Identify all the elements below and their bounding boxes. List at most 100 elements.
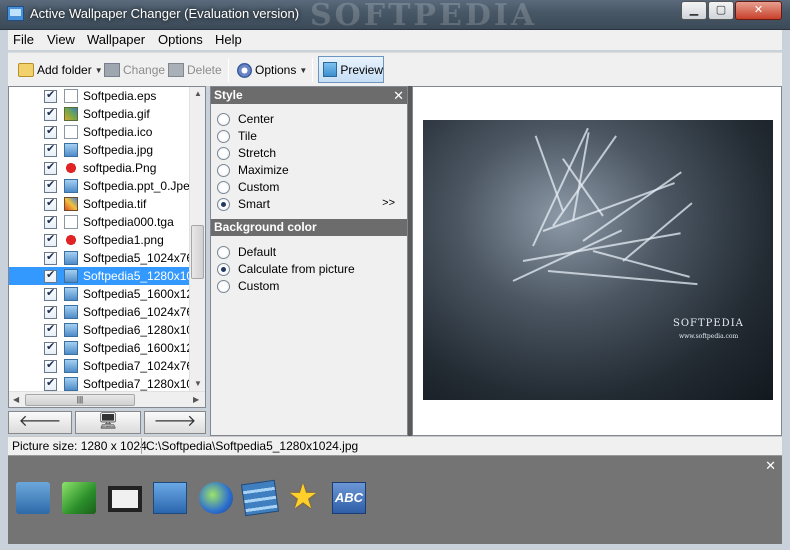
next-wallpaper-button[interactable]: 🡒 (144, 411, 206, 434)
file-list-row[interactable]: Softpedia5_1280x1024 (9, 267, 205, 285)
background-option[interactable]: Default (217, 245, 276, 259)
file-checkbox[interactable] (44, 232, 57, 247)
style-option-smart[interactable]: Smart (217, 197, 270, 211)
add-folder-label: Add folder (37, 63, 92, 77)
scroll-down-arrow[interactable]: ▼ (194, 379, 202, 388)
change-button[interactable]: Change (104, 60, 165, 80)
style-option-maximize[interactable]: Maximize (217, 163, 289, 177)
file-checkbox[interactable] (44, 88, 57, 103)
style-panel: Style ✕ Background color Center Tile Stret… (210, 86, 408, 436)
close-icon[interactable]: ✕ (393, 87, 404, 104)
file-name: Softpedia.gif (83, 107, 150, 121)
file-list-row[interactable]: Softpedia.ico (9, 123, 191, 141)
file-checkbox[interactable] (44, 358, 57, 373)
file-list-row[interactable]: Softpedia.ppt_0.Jpeg (9, 177, 196, 195)
file-list-row[interactable]: Softpedia7_1024x768. (9, 357, 203, 375)
menu-options[interactable]: Options (158, 32, 203, 47)
file-list-row[interactable]: Softpedia6_1600x1200 (9, 339, 205, 357)
radio-button[interactable] (217, 262, 230, 276)
title-bar[interactable]: Active Wallpaper Changer (Evaluation ver… (0, 0, 790, 33)
menu-wallpaper[interactable]: Wallpaper (87, 32, 145, 47)
file-checkbox[interactable] (44, 340, 57, 355)
file-list-row[interactable]: Softpedia.gif (9, 105, 191, 123)
globe-web-icon[interactable] (199, 482, 233, 514)
style-option-tile[interactable]: Tile (217, 129, 257, 143)
file-name: Softpedia.eps (83, 89, 157, 103)
horizontal-scrollbar[interactable]: ◀ ||| ▶ (9, 391, 205, 407)
file-checkbox[interactable] (44, 376, 57, 391)
file-list-row[interactable]: softpedia.Png (9, 159, 191, 177)
options-button[interactable]: Options ▼ (237, 60, 307, 80)
delete-button[interactable]: Delete (168, 60, 222, 80)
radio-button[interactable] (217, 163, 230, 177)
options-dropdown-arrow[interactable]: ▼ (299, 66, 307, 75)
file-checkbox[interactable] (44, 268, 57, 283)
menu-view[interactable]: View (47, 32, 75, 47)
file-list-row[interactable]: Softpedia5_1024x768. (9, 249, 203, 267)
vertical-scrollbar[interactable]: ▲ ▼ (189, 87, 205, 391)
scroll-up-arrow[interactable]: ▲ (194, 89, 202, 98)
film-strip-icon[interactable] (240, 479, 280, 517)
set-wallpaper-monitor-button[interactable]: 🖥 (75, 411, 141, 434)
menu-file[interactable]: File (13, 32, 34, 47)
dock-close-icon[interactable]: ✕ (765, 458, 776, 474)
file-checkbox[interactable] (44, 142, 57, 157)
file-checkbox[interactable] (44, 160, 57, 175)
style-option-custom[interactable]: Custom (217, 180, 279, 194)
scroll-left-arrow[interactable]: ◀ (13, 395, 19, 404)
close-button[interactable]: ✕ (735, 1, 782, 20)
file-checkbox[interactable] (44, 106, 57, 121)
maximize-button[interactable]: ▢ (708, 1, 734, 20)
background-option[interactable]: Calculate from picture (217, 262, 355, 276)
file-list-row[interactable]: Softpedia.tif (9, 195, 191, 213)
favorite-star-icon[interactable]: ★ (286, 480, 320, 514)
file-list-row[interactable]: Softpedia1.png (9, 231, 191, 249)
file-checkbox[interactable] (44, 286, 57, 301)
file-checkbox[interactable] (44, 124, 57, 139)
radio-button[interactable] (217, 180, 230, 194)
radio-button[interactable] (217, 146, 230, 160)
file-list-row[interactable]: Softpedia5_1600x1200 (9, 285, 205, 303)
frame-icon[interactable] (108, 486, 142, 512)
preview-label: Preview (340, 62, 383, 77)
file-checkbox[interactable] (44, 322, 57, 337)
apply-wallpaper-icon[interactable] (62, 482, 96, 514)
file-name: Softpedia000.tga (83, 215, 174, 229)
file-list-row[interactable]: Softpedia.jpg (9, 141, 191, 159)
file-list-row[interactable]: Softpedia6_1280x1024 (9, 321, 205, 339)
file-checkbox[interactable] (44, 304, 57, 319)
radio-button[interactable] (217, 279, 230, 293)
previous-wallpaper-button[interactable]: 🡐 (8, 411, 72, 434)
style-option-stretch[interactable]: Stretch (217, 146, 276, 160)
file-checkbox[interactable] (44, 196, 57, 211)
radio-button[interactable] (217, 197, 230, 211)
add-folder-button[interactable]: Add folder ▼ (18, 60, 103, 80)
file-checkbox[interactable] (44, 250, 57, 265)
radio-button[interactable] (217, 245, 230, 259)
text-abc-icon[interactable]: ABC (332, 482, 366, 514)
scroll-right-arrow[interactable]: ▶ (193, 395, 199, 404)
background-option[interactable]: Custom (217, 279, 279, 293)
file-list-row[interactable]: Softpedia.eps (9, 87, 191, 105)
vertical-scroll-thumb[interactable] (191, 225, 204, 279)
file-list-row[interactable]: Softpedia000.tga (9, 213, 191, 231)
style-panel-title: Style (214, 88, 243, 102)
preview-toggle-button[interactable]: Preview (318, 56, 384, 83)
add-folder-dropdown-arrow[interactable]: ▼ (95, 66, 103, 75)
sort-arrange-icon[interactable] (16, 482, 50, 514)
file-checkbox[interactable] (44, 178, 57, 193)
file-checkbox[interactable] (44, 214, 57, 229)
menu-help[interactable]: Help (215, 32, 242, 47)
app-icon[interactable] (7, 6, 24, 21)
horizontal-scroll-thumb[interactable]: ||| (25, 394, 135, 406)
document-icon (64, 125, 78, 139)
file-list-row[interactable]: Softpedia6_1024x768. (9, 303, 203, 321)
radio-button[interactable] (217, 129, 230, 143)
style-more-button[interactable]: >> (382, 197, 395, 209)
radio-button[interactable] (217, 112, 230, 126)
picture-icon (64, 269, 78, 283)
file-list[interactable]: Softpedia7_1280x1024 Softpedia7_1024x768.… (8, 86, 206, 408)
minimize-button[interactable]: ▁ (681, 1, 707, 20)
style-option-center[interactable]: Center (217, 112, 274, 126)
calendar-icon[interactable] (153, 482, 187, 514)
